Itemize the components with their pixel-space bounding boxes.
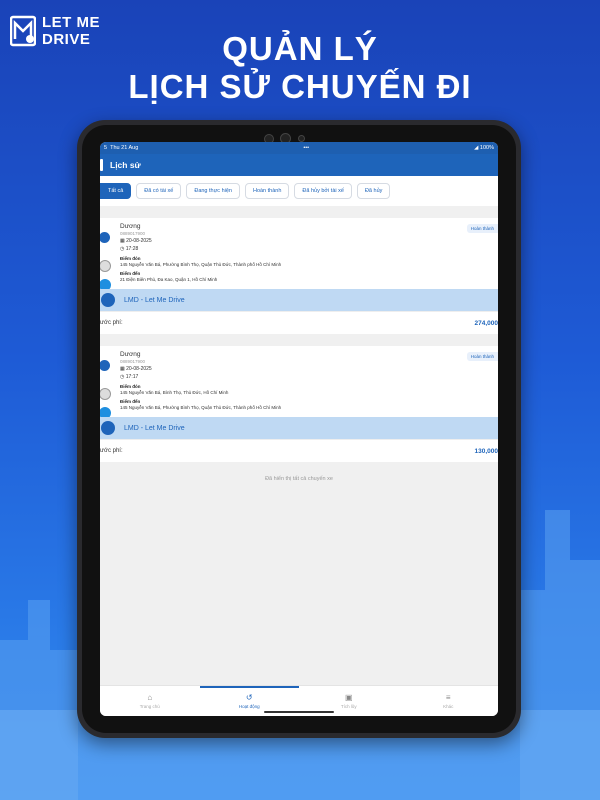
status-badge: Hoàn thành <box>466 352 498 361</box>
driver-name: Dương <box>120 351 141 358</box>
bottom-nav: ⌂ Trang chủ ↺ Hoạt động ▣ Tích lũy ≡ Khá… <box>100 685 498 716</box>
fee-label: ước phí: <box>100 448 123 454</box>
fee-amount: 130,000 <box>474 447 499 455</box>
gift-icon: ▣ <box>344 693 353 702</box>
trip-card[interactable]: Dương 0889017900 ▦ 20-08-2025 ◷ 17:17 Đi… <box>100 346 498 462</box>
dropoff-address: 145 Nguyễn Văn Bá, Phường Bình Thọ, Quận… <box>120 405 282 410</box>
history-icon: ↺ <box>245 693 253 702</box>
trip-date: 20-08-2025 <box>126 238 152 244</box>
pickup-icon <box>100 388 111 400</box>
status-date: Thu 21 Aug <box>110 145 139 151</box>
calendar-icon: ▦ <box>120 366 125 372</box>
fee-label: ước phí: <box>100 320 123 326</box>
status-badge: Hoàn thành <box>466 224 498 233</box>
back-icon[interactable] <box>100 159 103 171</box>
check-icon <box>100 232 110 243</box>
dots-icon: ••• <box>303 145 310 151</box>
check-icon <box>100 360 110 371</box>
home-indicator <box>264 711 334 713</box>
nav-bar: Lịch sử <box>100 154 498 176</box>
driver-name: Dương <box>120 223 141 230</box>
nav-rewards-label: Tích lũy <box>340 704 357 709</box>
headline-line-2: LỊCH SỬ CHUYẾN ĐI <box>128 68 472 105</box>
fee-row: ước phí: 130,000 <box>100 439 498 462</box>
provider-logo-icon <box>101 293 115 307</box>
trip-time: 17:17 <box>125 374 139 380</box>
provider-row: LMD - Let Me Drive <box>100 289 498 311</box>
trip-date: 20-08-2025 <box>126 366 152 372</box>
clock-icon: ◷ <box>120 374 125 380</box>
fee-amount: 274,000 <box>474 319 499 327</box>
tab-in-progress[interactable]: Đang thực hiện <box>186 183 240 199</box>
filter-tabs: Tất cả Đã có tài xế Đang thực hiện Hoàn … <box>100 176 498 206</box>
dropoff-label: Điểm đến <box>120 271 141 276</box>
sensor-icon <box>298 135 305 142</box>
pickup-icon <box>100 260 111 272</box>
dropoff-label: Điểm đến <box>120 399 141 404</box>
provider-logo-icon <box>101 421 115 435</box>
pickup-address: 145 Nguyễn Văn Bá, Bình Thọ, Thủ Đức, Hồ… <box>120 390 229 395</box>
end-of-list-note: Đã hiển thị tất cả chuyến xe <box>265 476 333 482</box>
nav-home-label: Trang chủ <box>139 704 160 709</box>
clock-icon: ◷ <box>120 246 125 252</box>
tab-all[interactable]: Tất cả <box>100 183 132 199</box>
provider-name: LMD - Let Me Drive <box>124 296 185 304</box>
nav-more-label: Khác <box>443 704 454 709</box>
headline-line-1: QUẢN LÝ <box>222 30 378 67</box>
fee-row: ước phí: 274,000 <box>100 311 498 334</box>
nav-more[interactable]: ≡ Khác <box>399 686 499 716</box>
menu-icon: ≡ <box>445 693 451 702</box>
pickup-label: Điểm đón <box>120 384 141 389</box>
tab-completed[interactable]: Hoàn thành <box>244 183 290 199</box>
home-icon: ⌂ <box>147 693 153 702</box>
calendar-icon: ▦ <box>120 238 125 244</box>
status-bar: 5 Thu 21 Aug ••• ◢ 100% <box>100 142 498 154</box>
provider-row: LMD - Let Me Drive <box>100 417 498 439</box>
page-title: Lịch sử <box>110 160 141 170</box>
battery-level: 100% <box>479 145 494 151</box>
tab-cancelled[interactable]: Đã hủy <box>356 183 391 199</box>
tab-cancelled-by-driver[interactable]: Đã hủy bởi tài xế <box>294 183 352 199</box>
pickup-address: 145 Nguyễn Văn Bá, Phường Bình Thọ, Quận… <box>120 262 282 267</box>
driver-phone: 0889017900 <box>120 231 146 236</box>
pickup-label: Điểm đón <box>120 256 141 261</box>
brand-line-1: LET ME <box>42 14 100 31</box>
nav-activity-label: Hoạt động <box>238 704 260 709</box>
status-time: 5 <box>104 145 108 151</box>
trip-card[interactable]: Dương 0889017900 ▦ 20-08-2025 ◷ 17:28 Đi… <box>100 218 498 334</box>
provider-name: LMD - Let Me Drive <box>124 424 185 432</box>
dropoff-address: 21 Điện Biên Phủ, Đa Kao, Quận 1, Hồ Chí… <box>120 277 218 282</box>
app-screen: 5 Thu 21 Aug ••• ◢ 100% Lịch sử Tất cả Đ… <box>100 142 498 716</box>
wifi-icon: ◢ <box>474 145 479 151</box>
nav-home[interactable]: ⌂ Trang chủ <box>100 686 200 716</box>
headline: QUẢN LÝ LỊCH SỬ CHUYẾN ĐI <box>0 30 600 106</box>
driver-phone: 0889017900 <box>120 359 146 364</box>
trip-time: 17:28 <box>125 246 139 252</box>
tab-assigned[interactable]: Đã có tài xế <box>136 183 182 199</box>
